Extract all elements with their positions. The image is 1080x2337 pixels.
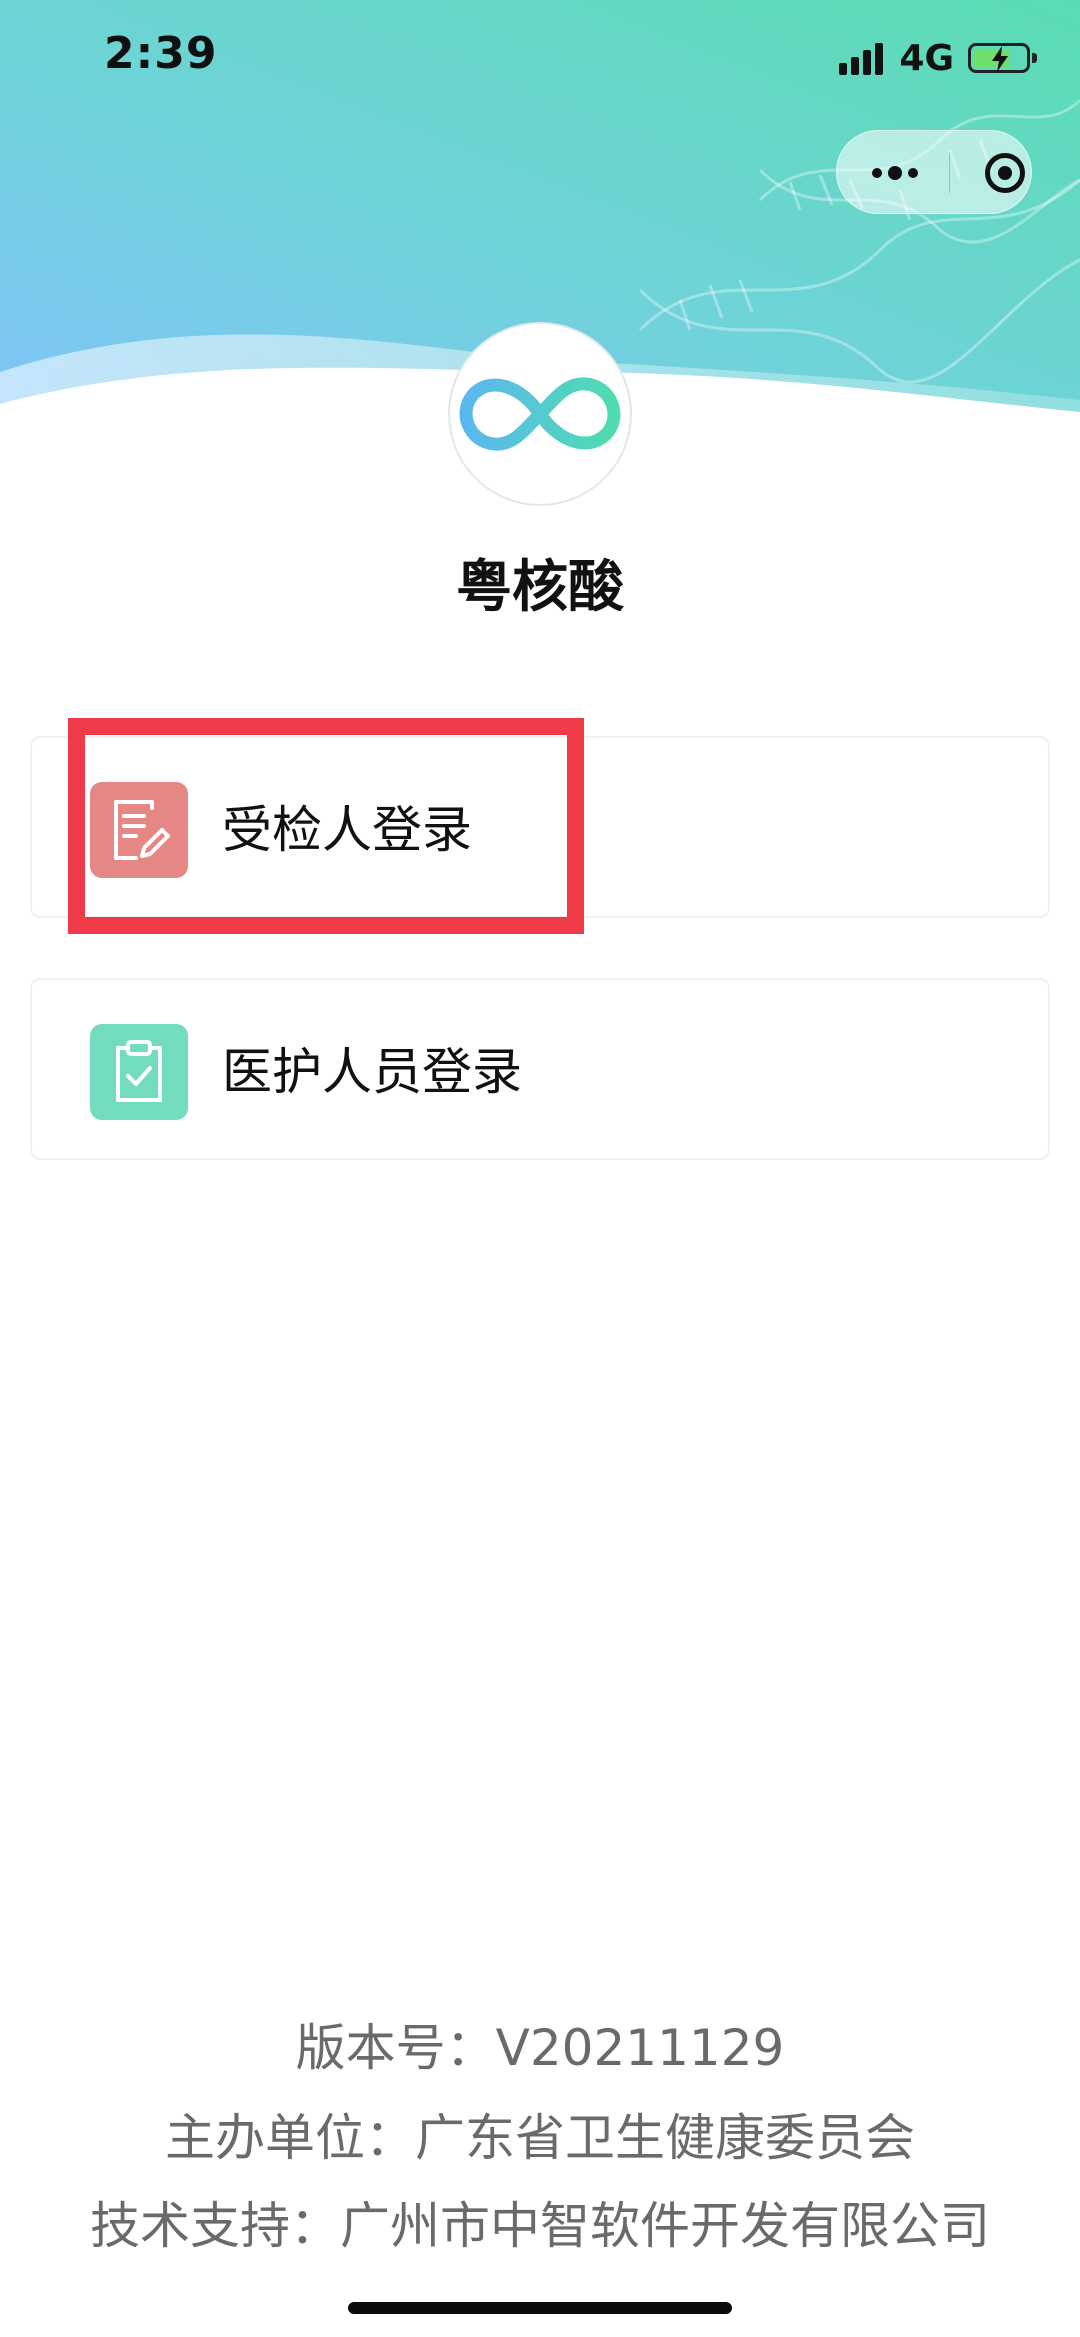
app-logo [448, 322, 632, 506]
medical-staff-login-button[interactable]: 医护人员登录 [30, 978, 1050, 1160]
battery-icon [968, 43, 1037, 73]
organizer-text: 主办单位：广东省卫生健康委员会 [165, 2109, 915, 2167]
medical-staff-login-icon-tile [90, 1024, 188, 1120]
patient-login-icon-tile [90, 782, 188, 878]
more-dots-icon[interactable] [859, 131, 931, 215]
status-time: 2:39 [104, 28, 218, 79]
network-type: 4G [899, 37, 954, 79]
miniprogram-capsule [836, 130, 1032, 214]
home-indicator[interactable] [348, 2302, 732, 2314]
signal-icon [839, 41, 887, 75]
app-title: 粤核酸 [456, 555, 624, 620]
form-edit-icon [114, 800, 170, 860]
status-indicators: 4G [839, 36, 1037, 80]
capsule-divider [949, 153, 950, 193]
target-circle-icon[interactable] [985, 153, 1025, 193]
dna-infinity-logo [459, 377, 621, 451]
charging-bolt-icon [992, 46, 1008, 72]
clipboard-check-icon [116, 1040, 162, 1102]
tech-support-text: 技术支持：广州市中智软件开发有限公司 [90, 2197, 990, 2255]
medical-staff-login-label: 医护人员登录 [222, 1043, 522, 1101]
version-text: 版本号：V20211129 [295, 2019, 785, 2077]
patient-login-label: 受检人登录 [222, 801, 472, 859]
patient-login-button[interactable]: 受检人登录 [30, 736, 1050, 918]
